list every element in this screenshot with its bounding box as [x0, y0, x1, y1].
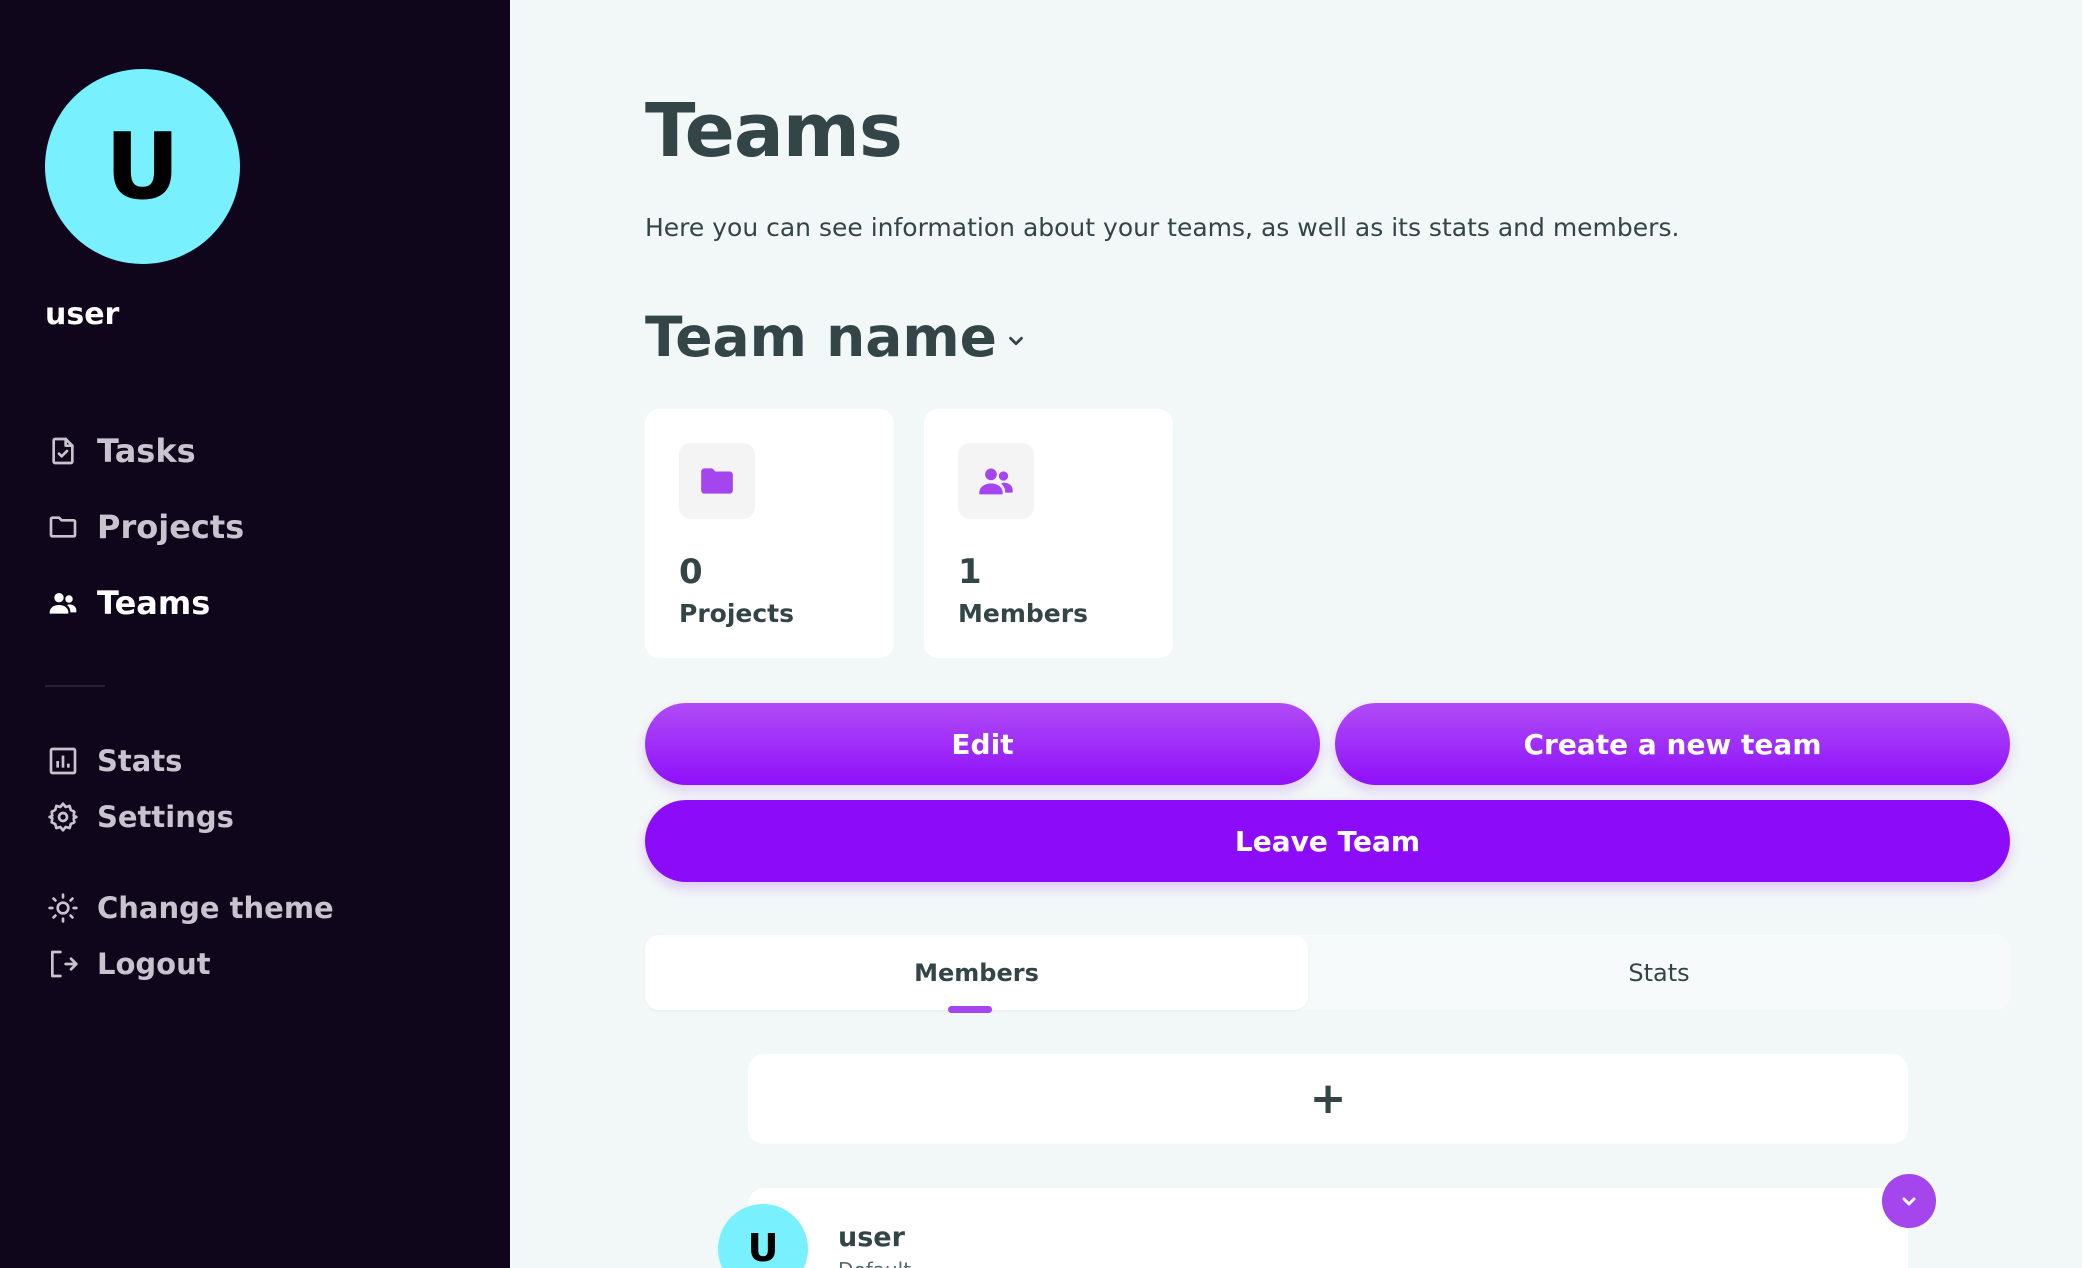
- add-member-button[interactable]: +: [748, 1054, 1908, 1144]
- sidebar-item-logout[interactable]: Logout: [45, 946, 211, 982]
- edit-button[interactable]: Edit: [645, 703, 1320, 785]
- sidebar-item-stats[interactable]: Stats: [45, 743, 182, 779]
- create-team-button[interactable]: Create a new team: [1335, 703, 2010, 785]
- sidebar-item-label: Projects: [97, 508, 245, 546]
- sidebar-item-change-theme[interactable]: Change theme: [45, 890, 334, 926]
- member-role: Default: [838, 1258, 911, 1268]
- chevron-down-icon: [1009, 336, 1023, 346]
- sidebar-item-label: Stats: [97, 744, 183, 778]
- stat-value: 1: [958, 552, 982, 592]
- logout-icon: [45, 946, 81, 982]
- sidebar: U user Tasks Projects Teams Stats Settin…: [0, 0, 510, 1268]
- tab-stats[interactable]: Stats: [1308, 935, 2010, 1010]
- bar-chart-icon: [45, 743, 81, 779]
- sidebar-item-label: Tasks: [97, 432, 196, 470]
- stat-label: Members: [958, 599, 1088, 628]
- plus-icon: +: [1309, 1073, 1347, 1124]
- active-tab-indicator: [948, 1006, 992, 1013]
- member-card: [748, 1188, 1908, 1268]
- sidebar-item-label: Change theme: [97, 891, 334, 925]
- folder-icon: [45, 509, 81, 545]
- member-expand-button[interactable]: [1882, 1174, 1936, 1228]
- page-description: Here you can see information about your …: [645, 213, 1680, 242]
- team-name: Team name: [645, 305, 997, 369]
- team-selector[interactable]: Team name: [645, 305, 1027, 369]
- stat-label: Projects: [679, 599, 795, 628]
- sidebar-username: user: [45, 297, 120, 332]
- sidebar-item-tasks[interactable]: Tasks: [45, 432, 196, 470]
- app-root: U user Tasks Projects Teams Stats Settin…: [0, 0, 2082, 1268]
- sidebar-item-teams[interactable]: Teams: [45, 584, 210, 622]
- folder-icon: [679, 443, 755, 519]
- page-title: Teams: [645, 88, 903, 174]
- sidebar-divider: [45, 685, 105, 687]
- stat-card-members: 1 Members: [924, 409, 1173, 658]
- stat-card-projects: 0 Projects: [645, 409, 894, 658]
- people-icon: [45, 585, 81, 621]
- stat-value: 0: [679, 552, 703, 592]
- sun-icon: [45, 890, 81, 926]
- people-icon: [958, 443, 1034, 519]
- main-content: Teams Here you can see information about…: [510, 0, 2082, 1268]
- sidebar-item-label: Logout: [97, 947, 211, 981]
- user-avatar[interactable]: U: [45, 69, 240, 264]
- sidebar-item-label: Settings: [97, 800, 234, 834]
- sidebar-item-settings[interactable]: Settings: [45, 799, 234, 835]
- sidebar-item-projects[interactable]: Projects: [45, 508, 244, 546]
- chevron-down-icon: [1902, 1197, 1916, 1206]
- task-document-icon: [45, 433, 81, 469]
- leave-team-button[interactable]: Leave Team: [645, 800, 2010, 882]
- tab-members[interactable]: Members: [645, 935, 1308, 1010]
- tab-bar: Members Stats: [645, 935, 2010, 1010]
- member-name: user: [838, 1222, 905, 1253]
- gear-icon: [45, 799, 81, 835]
- sidebar-item-label: Teams: [97, 584, 211, 622]
